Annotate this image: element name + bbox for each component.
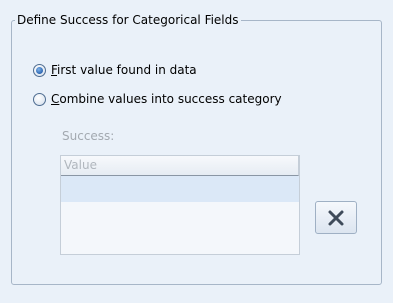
radio-label-first-value-rest: irst value found in data xyxy=(57,63,197,77)
radio-label-combine-values: Combine values into success category xyxy=(51,92,282,106)
radio-indicator-first-value[interactable] xyxy=(33,63,46,77)
radio-combine-values[interactable]: Combine values into success category xyxy=(33,91,282,107)
delete-value-button[interactable] xyxy=(315,201,357,234)
radio-first-value[interactable]: First value found in data xyxy=(33,62,197,78)
groupbox-title: Define Success for Categorical Fields xyxy=(15,12,241,28)
radio-label-first-value: First value found in data xyxy=(51,63,197,77)
success-values-list[interactable]: Value xyxy=(60,155,300,255)
radio-label-combine-values-rest: ombine values into success category xyxy=(59,92,282,106)
value-column-header[interactable]: Value xyxy=(61,156,299,176)
success-label: Success: xyxy=(62,129,115,143)
list-item[interactable] xyxy=(61,176,299,202)
delete-x-icon xyxy=(328,210,344,225)
radio-indicator-combine-values[interactable] xyxy=(33,92,46,106)
